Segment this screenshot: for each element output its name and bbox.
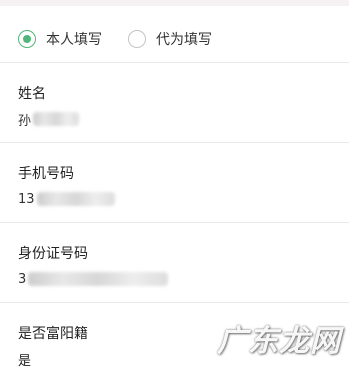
phone-value: 13 [18,189,115,209]
phone-field[interactable]: 手机号码 13 [0,143,349,223]
watermark-logo: 广东龙网 [217,324,341,359]
id-number-field[interactable]: 身份证号码 3 [0,223,349,303]
phone-visible-part: 13 [18,191,35,207]
redacted-blur [36,192,115,206]
redacted-blur [33,112,80,126]
id-number-visible-part: 3 [18,271,27,287]
redacted-blur [28,272,169,286]
fuyang-label: 是否富阳籍 [18,326,88,342]
radio-self-fill-label: 本人填写 [46,32,102,48]
id-number-value: 3 [18,269,169,289]
radio-self-fill[interactable]: 本人填写 [18,28,102,50]
id-number-label: 身份证号码 [18,246,88,262]
phone-label: 手机号码 [18,166,74,182]
radio-checked-icon[interactable] [18,30,36,48]
radio-proxy-fill-label: 代为填写 [156,32,212,48]
name-label: 姓名 [18,86,46,102]
radio-unchecked-icon[interactable] [128,30,146,48]
name-field[interactable]: 姓名 孙 [0,63,349,143]
name-visible-part: 孙 [18,113,32,129]
radio-proxy-fill[interactable]: 代为填写 [128,28,212,50]
filler-type-radio-group: 本人填写 代为填写 [0,6,349,63]
name-value: 孙 [18,109,80,129]
fuyang-value: 是 [18,353,32,369]
